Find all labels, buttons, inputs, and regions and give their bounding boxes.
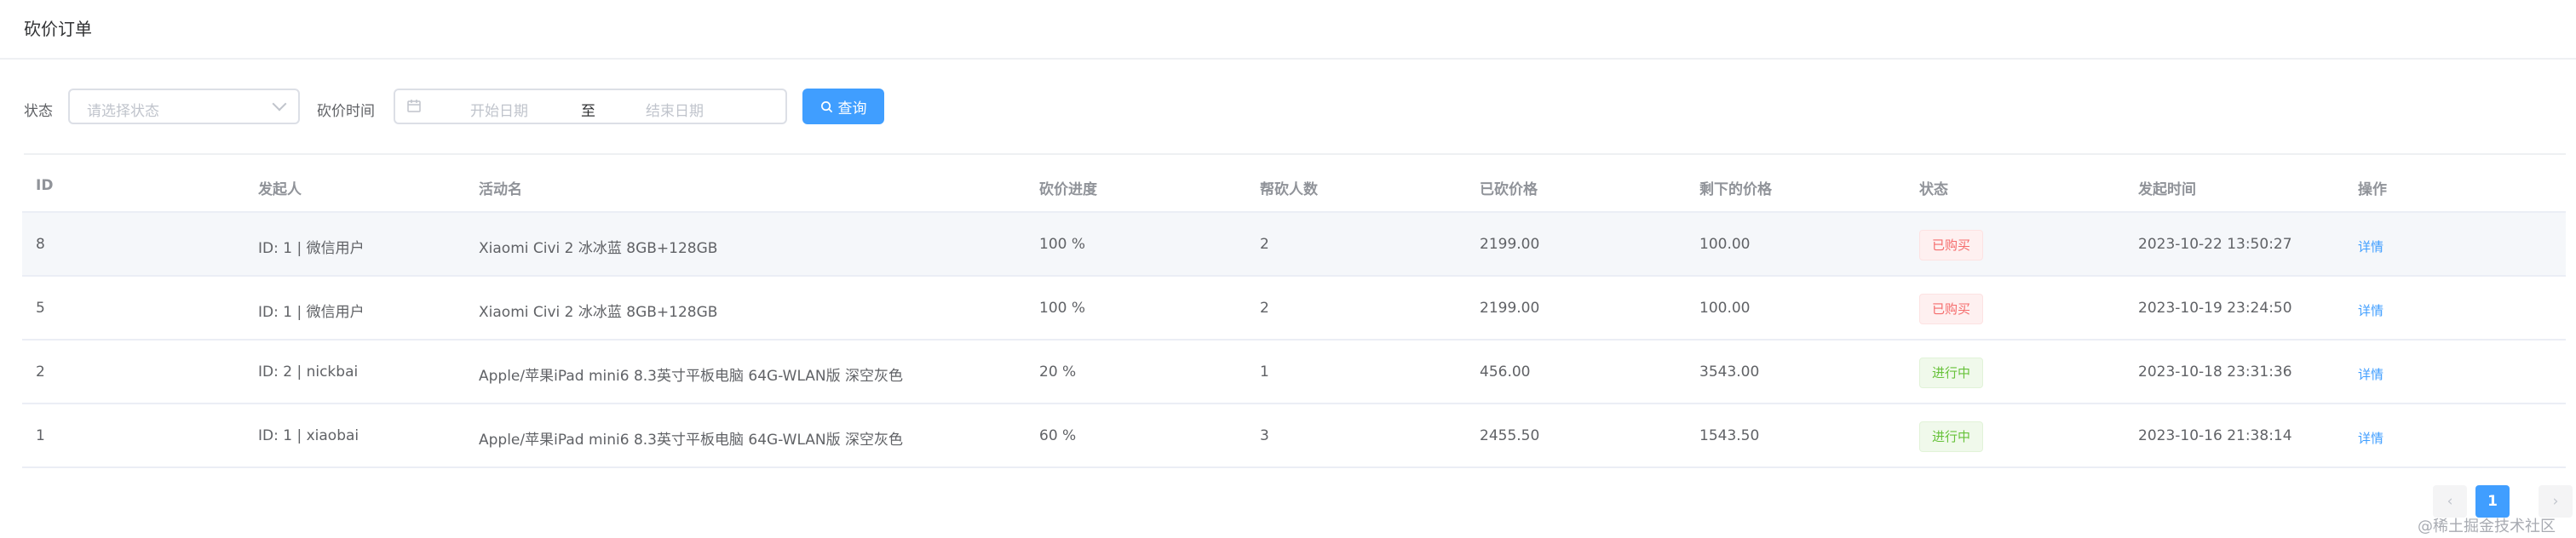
cell-cut-price: 2199.00: [1480, 300, 1540, 317]
cell-helpers: 3: [1260, 427, 1269, 444]
search-icon: [820, 100, 832, 112]
cell-initiator: ID: 1 | 微信用户: [258, 304, 365, 321]
end-date-input[interactable]: 结束日期: [646, 99, 704, 120]
cell-progress: 60 %: [1039, 427, 1077, 444]
search-button[interactable]: 查询: [802, 89, 884, 124]
cell-id: 5: [36, 300, 45, 317]
column-header-cut-price: 已砍价格: [1480, 181, 1538, 198]
divider: [24, 153, 2566, 155]
cell-created-at: 2023-10-22 13:50:27: [2138, 236, 2292, 253]
cell-id: 2: [36, 363, 45, 381]
cell-cut-price: 2455.50: [1480, 427, 1540, 444]
detail-link[interactable]: 详情: [2358, 301, 2383, 319]
cell-activity: Apple/苹果iPad mini6 8.3英寸平板电脑 64G-WLAN版 深…: [479, 432, 904, 449]
status-badge: 已购买: [1919, 230, 1984, 260]
table-row: 2 ID: 2 | nickbai Apple/苹果iPad mini6 8.3…: [22, 341, 2566, 404]
column-header-id: ID: [36, 177, 54, 194]
cell-created-at: 2023-10-18 23:31:36: [2138, 363, 2292, 381]
cell-remaining-price: 100.00: [1699, 236, 1751, 253]
cell-created-at: 2023-10-16 21:38:14: [2138, 427, 2292, 444]
status-badge: 已购买: [1919, 294, 1984, 324]
cell-initiator: ID: 2 | nickbai: [258, 363, 359, 381]
page-button-current[interactable]: 1: [2475, 485, 2510, 518]
next-page-button[interactable]: ›: [2539, 485, 2573, 518]
column-header-initiator: 发起人: [258, 181, 302, 198]
bargain-orders-card: 砍价订单 状态 请选择状态 砍价时间 开始日期 至 结束日期 查询 ID 发起人…: [0, 0, 2576, 538]
detail-link[interactable]: 详情: [2358, 365, 2383, 383]
status-select[interactable]: 请选择状态: [68, 89, 300, 124]
chevron-down-icon: [272, 96, 287, 112]
status-filter-label: 状态: [24, 103, 53, 120]
range-separator: 至: [581, 103, 595, 120]
column-header-activity: 活动名: [479, 181, 522, 198]
orders-table: ID 发起人 活动名 砍价进度 帮砍人数 已砍价格 剩下的价格 状态 发起时间 …: [22, 160, 2566, 468]
detail-link[interactable]: 详情: [2358, 429, 2383, 447]
table-header: ID 发起人 活动名 砍价进度 帮砍人数 已砍价格 剩下的价格 状态 发起时间 …: [22, 160, 2566, 213]
status-select-placeholder: 请选择状态: [87, 103, 159, 120]
start-date-input[interactable]: 开始日期: [470, 99, 528, 120]
calendar-icon: [407, 100, 421, 112]
page-title: 砍价订单: [24, 19, 92, 39]
column-header-actions: 操作: [2358, 181, 2387, 198]
cell-cut-price: 2199.00: [1480, 236, 1540, 253]
cell-id: 1: [36, 427, 45, 444]
search-button-label: 查询: [837, 100, 867, 117]
cell-progress: 20 %: [1039, 363, 1077, 381]
cell-cut-price: 456.00: [1480, 363, 1531, 381]
cell-id: 8: [36, 236, 45, 253]
cell-created-at: 2023-10-19 23:24:50: [2138, 300, 2292, 317]
date-range-picker[interactable]: 开始日期 至 结束日期: [394, 89, 787, 124]
cell-remaining-price: 3543.00: [1699, 363, 1760, 381]
cell-activity: Apple/苹果iPad mini6 8.3英寸平板电脑 64G-WLAN版 深…: [479, 368, 904, 385]
time-filter-label: 砍价时间: [317, 103, 375, 120]
column-header-status: 状态: [1919, 181, 1948, 198]
cell-activity: Xiaomi Civi 2 冰冰蓝 8GB+128GB: [479, 240, 718, 257]
cell-initiator: ID: 1 | 微信用户: [258, 240, 365, 257]
prev-page-button[interactable]: ‹: [2433, 485, 2467, 518]
table-row: 5 ID: 1 | 微信用户 Xiaomi Civi 2 冰冰蓝 8GB+128…: [22, 277, 2566, 341]
column-header-created-at: 发起时间: [2138, 181, 2196, 198]
column-header-helpers: 帮砍人数: [1260, 181, 1318, 198]
cell-initiator: ID: 1 | xiaobai: [258, 427, 359, 444]
card-header: 砍价订单: [0, 0, 2576, 60]
cell-progress: 100 %: [1039, 300, 1086, 317]
cell-remaining-price: 1543.50: [1699, 427, 1760, 444]
watermark: @稀土掘金技术社区: [2418, 518, 2556, 535]
table-row: 8 ID: 1 | 微信用户 Xiaomi Civi 2 冰冰蓝 8GB+128…: [22, 213, 2566, 277]
column-header-remaining-price: 剩下的价格: [1699, 181, 1772, 198]
status-badge: 进行中: [1919, 421, 1984, 452]
cell-helpers: 1: [1260, 363, 1269, 381]
cell-activity: Xiaomi Civi 2 冰冰蓝 8GB+128GB: [479, 304, 718, 321]
status-badge: 进行中: [1919, 358, 1984, 388]
detail-link[interactable]: 详情: [2358, 238, 2383, 255]
cell-helpers: 2: [1260, 300, 1269, 317]
table-row: 1 ID: 1 | xiaobai Apple/苹果iPad mini6 8.3…: [22, 404, 2566, 468]
filter-bar: 状态 请选择状态 砍价时间 开始日期 至 结束日期 查询: [0, 89, 937, 128]
cell-remaining-price: 100.00: [1699, 300, 1751, 317]
column-header-progress: 砍价进度: [1039, 181, 1097, 198]
cell-helpers: 2: [1260, 236, 1269, 253]
cell-progress: 100 %: [1039, 236, 1086, 253]
